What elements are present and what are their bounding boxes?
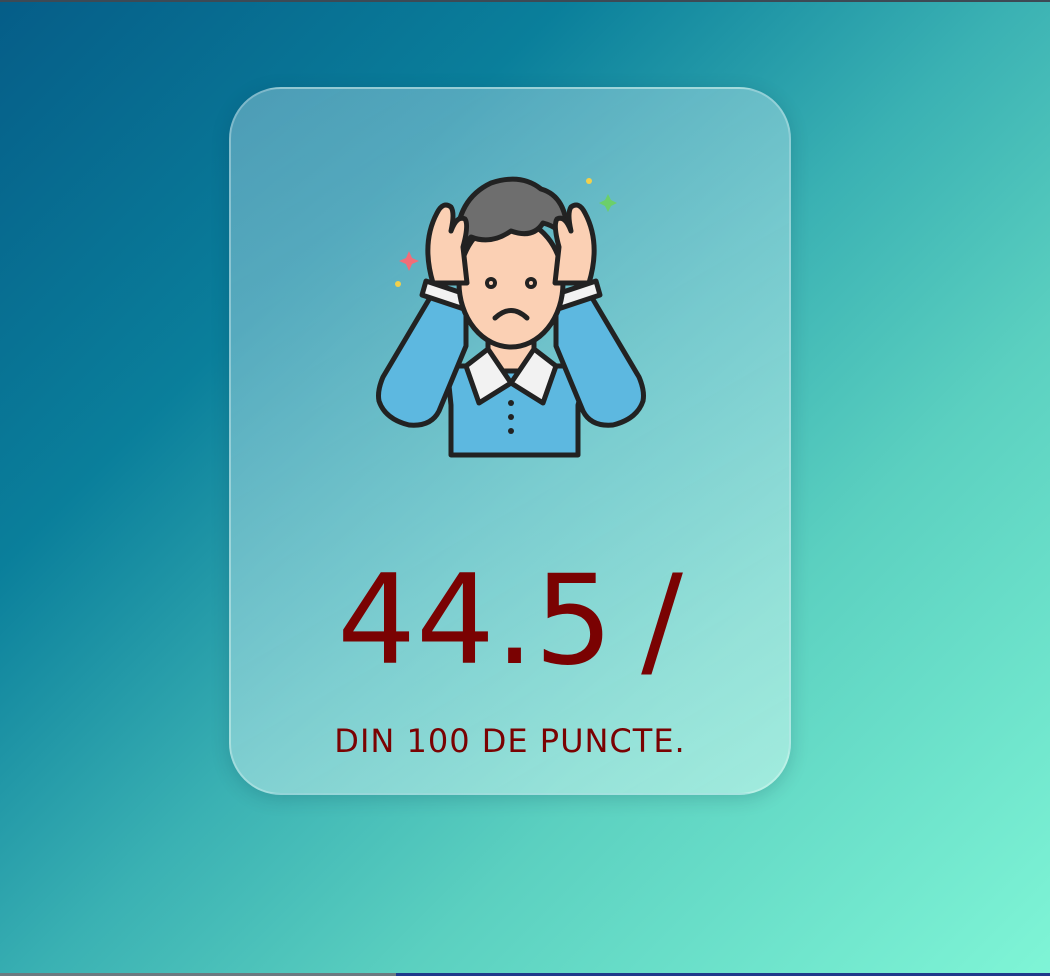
sparkle-green-icon xyxy=(599,194,617,212)
score-number: 44.5 xyxy=(337,549,614,693)
stressed-man-icon xyxy=(376,176,646,458)
score-subtitle: DIN 100 DE PUNCTE. xyxy=(334,722,686,760)
score-value: 44.5/ xyxy=(231,551,789,691)
score-separator: / xyxy=(641,549,683,693)
window-top-border xyxy=(0,0,1050,2)
result-card: 44.5/ DIN 100 DE PUNCTE. xyxy=(229,87,791,795)
sparkle-red-icon xyxy=(399,251,419,271)
